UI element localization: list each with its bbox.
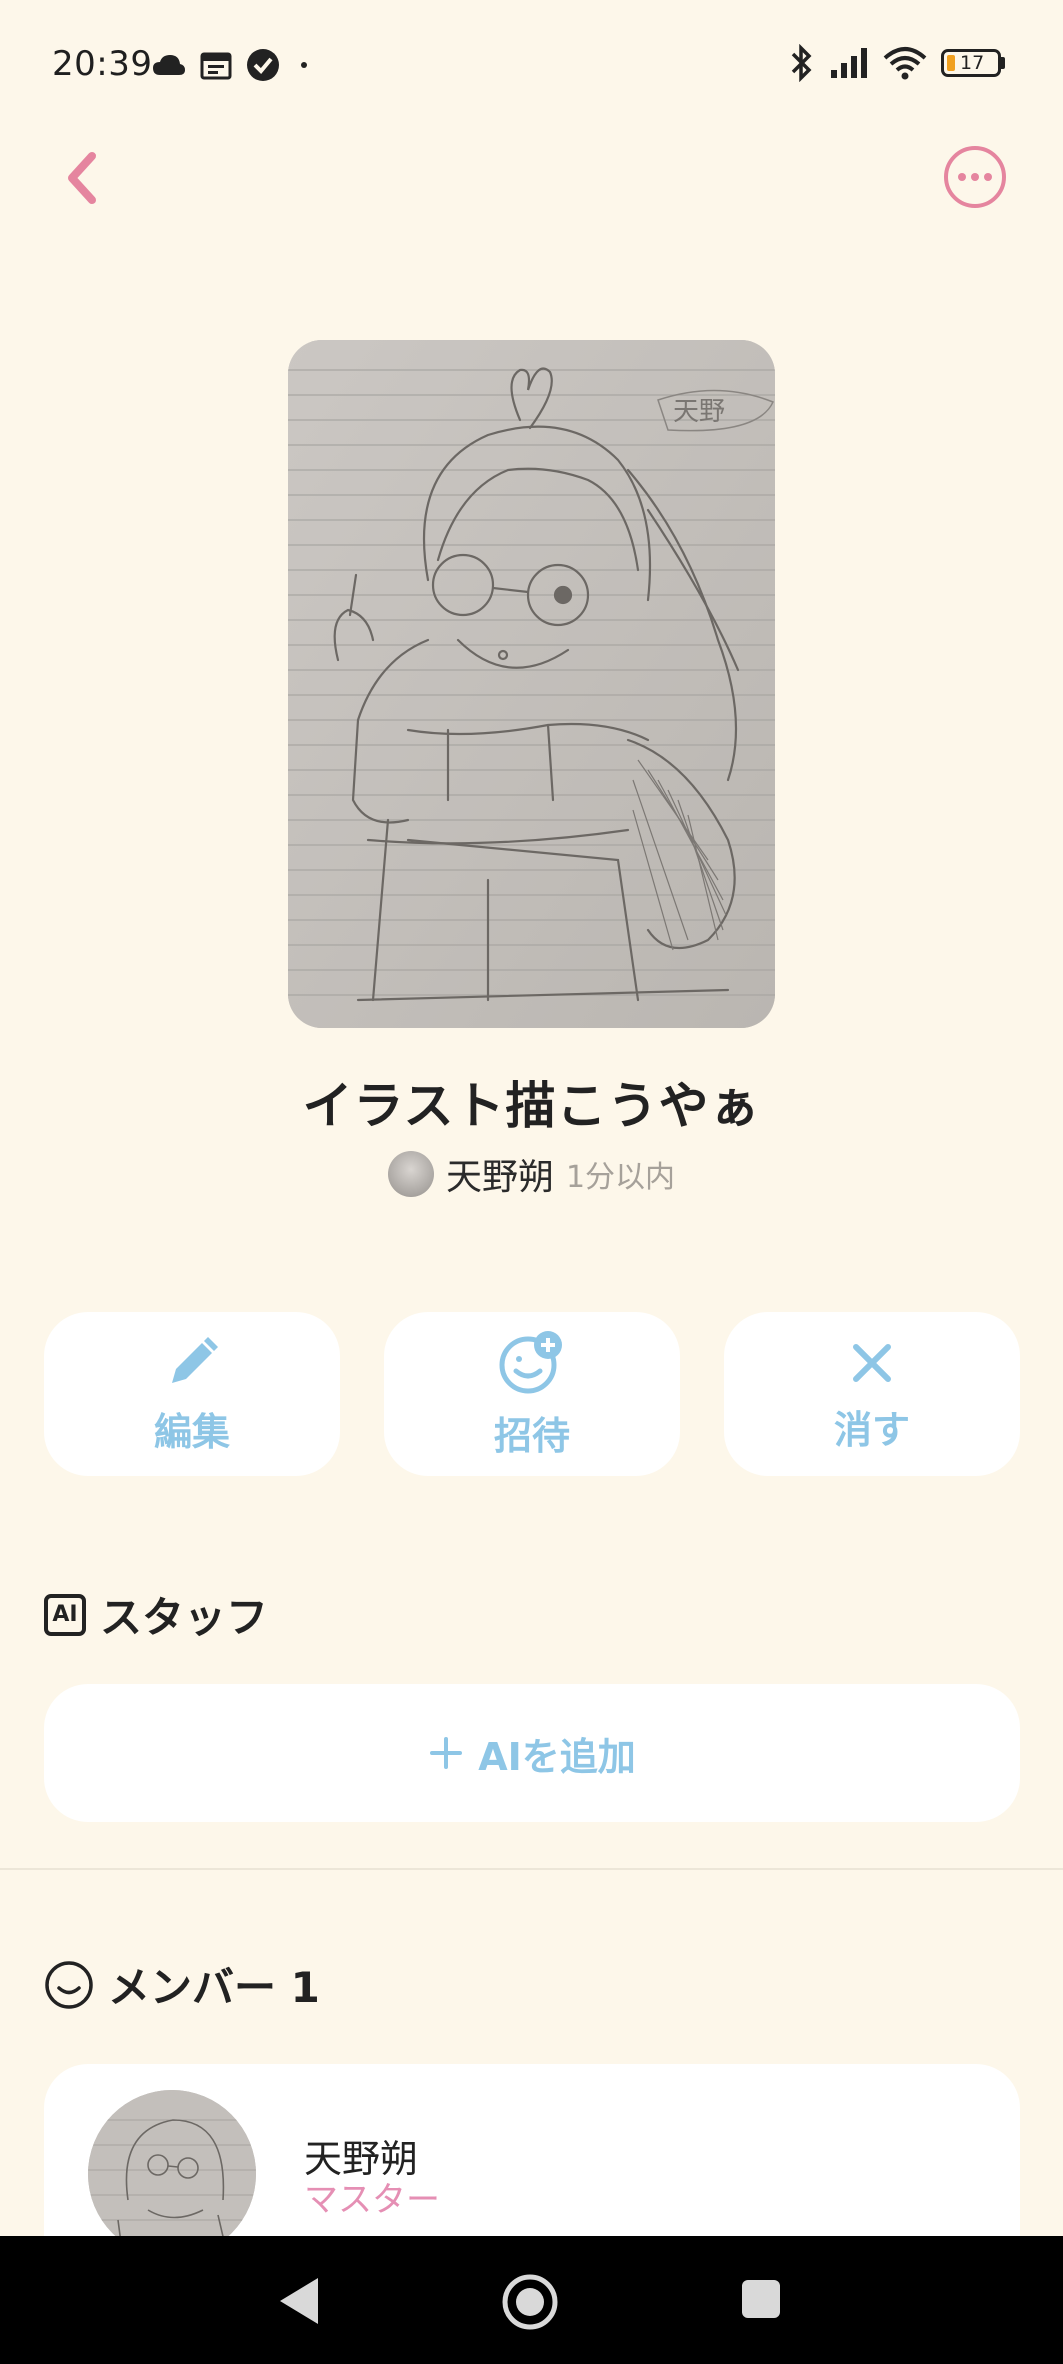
add-ai-label: AIを追加	[478, 1734, 636, 1779]
staff-section-header: AI スタッフ	[44, 1584, 268, 1645]
delete-button[interactable]: 消す	[724, 1312, 1020, 1476]
members-section-header: メンバー 1	[44, 1954, 320, 2015]
more-horizontal-icon	[944, 146, 1006, 208]
nav-recents-icon[interactable]	[740, 2278, 782, 2320]
add-ai-button[interactable]: AIを追加	[44, 1684, 1020, 1822]
cloud-icon	[153, 55, 185, 75]
member-avatar[interactable]	[88, 2090, 256, 2258]
nav-home-icon[interactable]	[500, 2272, 560, 2332]
smile-face-icon	[45, 1960, 93, 2009]
status-time: 20:39	[52, 44, 153, 84]
svg-text:天野: 天野	[673, 397, 725, 427]
calendar-icon	[200, 52, 232, 80]
battery-icon: 17	[941, 49, 1005, 77]
battery-level: 17	[960, 52, 985, 74]
room-cover-image: 天野	[288, 340, 775, 1028]
owner-info: 天野朔 1分以内	[0, 1148, 1063, 1200]
invite-label: 招待	[493, 1413, 570, 1458]
wifi-icon	[883, 47, 927, 80]
ai-badge-icon: AI	[44, 1593, 86, 1636]
owner-avatar[interactable]	[387, 1151, 434, 1197]
system-nav-bar	[0, 2236, 1063, 2364]
chevron-left-icon	[68, 152, 96, 204]
owner-name[interactable]: 天野朔	[446, 1148, 554, 1200]
back-button[interactable]	[54, 146, 118, 210]
status-icons-left	[152, 48, 314, 82]
staff-heading: スタッフ	[100, 1593, 269, 1642]
edit-label: 編集	[153, 1409, 230, 1454]
section-divider	[0, 1868, 1063, 1870]
signal-icon	[831, 48, 867, 78]
updated-time: 1分以内	[565, 1160, 676, 1195]
status-icons-right: 17	[789, 44, 1005, 82]
ai-badge-text: AI	[52, 1602, 78, 1627]
pencil-icon	[172, 1336, 218, 1383]
check-circle-icon	[247, 49, 279, 81]
members-heading: メンバー 1	[108, 1963, 320, 2012]
edit-button[interactable]: 編集	[44, 1312, 340, 1476]
more-options-button[interactable]	[942, 144, 1008, 210]
close-icon	[853, 1343, 891, 1382]
invite-button[interactable]: 招待	[384, 1312, 680, 1476]
add-person-icon	[499, 1330, 562, 1393]
nav-back-icon[interactable]	[274, 2274, 324, 2328]
bluetooth-icon	[791, 44, 812, 82]
member-role: マスター	[304, 2180, 440, 2220]
dot-icon	[301, 62, 307, 68]
plus-icon	[430, 1737, 463, 1769]
delete-label: 消す	[833, 1407, 910, 1452]
room-title: イラスト描こうやぁ	[302, 1077, 761, 1135]
